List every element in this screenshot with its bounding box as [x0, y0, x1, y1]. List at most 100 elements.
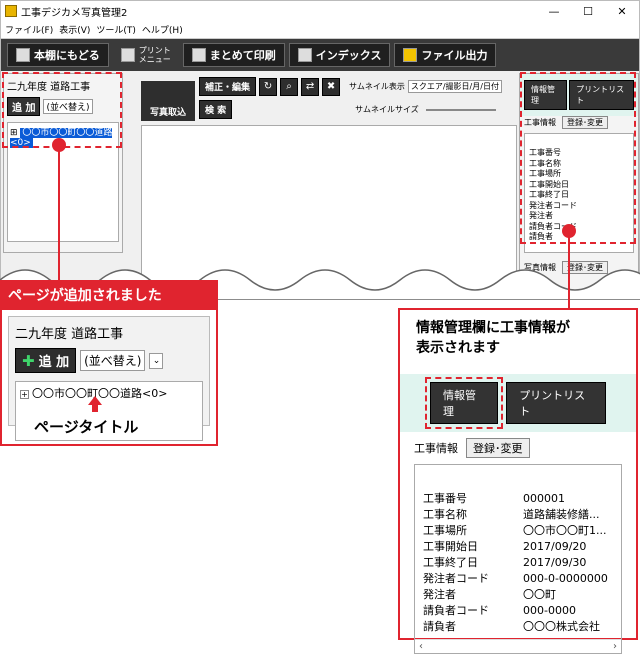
field-key: 請負者コード: [529, 221, 577, 231]
zoom-icon[interactable]: ⌕: [280, 77, 299, 96]
minimize-button[interactable]: —: [537, 5, 571, 18]
info-row: 工事番号 000001: [423, 491, 613, 507]
print-menu-button[interactable]: プリント メニュー: [113, 43, 179, 67]
print-menu-label: プリント メニュー: [138, 46, 171, 64]
info-value: 道路舗装修繕...: [523, 508, 600, 521]
add-page-button[interactable]: 追 加: [7, 97, 41, 116]
work-info-list-small: 工事番号 工事名称 工事場所 工事開始日 工事終了日 発注者コード 発注者 請負…: [524, 133, 634, 253]
info-key: 工事開始日: [423, 540, 478, 553]
info-row: 請負者コード 000-0000: [423, 603, 613, 619]
rotate-icon[interactable]: ↻: [259, 77, 278, 96]
menu-file[interactable]: ファイル(F): [5, 23, 53, 36]
info-row: 工事場所 〇〇市〇〇町1...: [423, 523, 613, 539]
swap-icon[interactable]: ⇄: [301, 77, 320, 96]
zoom-sort-select[interactable]: (並べ替え): [80, 350, 146, 371]
batch-print-button[interactable]: まとめて印刷: [182, 43, 285, 67]
scroll-right-icon[interactable]: ›: [613, 641, 617, 652]
info-value: 000001: [523, 492, 565, 505]
edit-button[interactable]: 補正・編集: [199, 77, 257, 96]
app-title: 工事デジカメ写真管理2: [21, 7, 128, 19]
page-title-caption: ページタイトル: [34, 418, 139, 436]
close-button[interactable]: ✕: [605, 5, 639, 18]
zoom-tab-info-management[interactable]: 情報管理: [424, 377, 504, 429]
thumb-display-label: サムネイル表示: [349, 82, 405, 91]
menu-view[interactable]: 表示(V): [59, 23, 90, 36]
up-arrow-stem: [92, 404, 98, 412]
back-to-shelf-button[interactable]: 本棚にもどる: [7, 43, 109, 67]
back-label: 本棚にもどる: [34, 49, 100, 62]
batch-print-label: まとめて印刷: [209, 49, 276, 62]
photo-import-button[interactable]: 写真取込: [141, 81, 195, 121]
zoom-add-button[interactable]: ✚ 追 加: [15, 348, 77, 373]
menu-tools[interactable]: ツール(T): [96, 23, 136, 36]
sort-select[interactable]: (並べ替え): [43, 99, 93, 114]
trash-icon[interactable]: ✖: [322, 77, 341, 96]
thumb-size-slider[interactable]: [425, 108, 496, 111]
info-key: 工事名称: [423, 508, 467, 521]
zoom-sort-label: (並べ替え): [84, 354, 142, 368]
info-row: 工事終了日 2017/09/30: [423, 555, 613, 571]
app-icon: [5, 5, 17, 17]
info-shown-caption: 情報管理欄に工事情報が 表示されます: [416, 320, 570, 356]
info-value: 〇〇〇株式会社: [523, 620, 600, 633]
info-key: 請負者: [423, 620, 456, 633]
horizontal-scrollbar[interactable]: ‹ ›: [415, 639, 621, 653]
index-label: インデックス: [315, 49, 382, 62]
page-added-banner: ページが追加されました: [0, 280, 218, 308]
info-key: 工事番号: [423, 492, 467, 505]
info-key: 発注者: [423, 588, 456, 601]
thumb-display-select[interactable]: スクエア/撮影日/月/日付: [407, 80, 502, 93]
info-row: 工事開始日 2017/09/20: [423, 539, 613, 555]
zoom-book-title: 二九年度 道路工事: [15, 327, 124, 342]
menu-bar: ファイル(F) 表示(V) ツール(T) ヘルプ(H): [1, 21, 639, 39]
bookshelf-icon: [16, 48, 30, 62]
main-toolbar: 本棚にもどる プリント メニュー まとめて印刷 インデックス ファイル出力: [1, 39, 639, 71]
info-key: 請負者コード: [423, 604, 489, 617]
info-key: 工事場所: [423, 524, 467, 537]
register-change-button[interactable]: 登録･変更: [562, 116, 608, 129]
scroll-left-icon[interactable]: ‹: [419, 641, 423, 652]
file-output-button[interactable]: ファイル出力: [394, 43, 497, 67]
index-button[interactable]: インデックス: [288, 43, 391, 67]
zoom-tab-print-list[interactable]: プリントリスト: [506, 382, 606, 424]
page-list-pane: 二九年度 道路工事 追 加 (並べ替え) ⊞ 〇〇市〇〇町〇〇道路<0>: [3, 73, 123, 253]
info-row: 工事名称 道路舗装修繕...: [423, 507, 613, 523]
thumb-size-label: サムネイルサイズ: [355, 105, 419, 114]
info-row: 発注者 〇〇町: [423, 587, 613, 603]
field-key: 工事終了日: [529, 190, 569, 199]
tab-info-management[interactable]: 情報管理: [524, 80, 568, 110]
file-output-label: ファイル出力: [421, 49, 488, 62]
info-key: 発注者コード: [423, 572, 489, 585]
info-key: 工事終了日: [423, 556, 478, 569]
info-value: 2017/09/30: [523, 556, 587, 569]
field-key: 工事名称: [529, 158, 561, 168]
book-title: 二九年度 道路工事: [7, 82, 91, 93]
search-button[interactable]: 検 索: [199, 100, 233, 119]
folder-icon: [403, 48, 418, 62]
index-icon: [297, 48, 312, 62]
info-row: 請負者 〇〇〇株式会社: [423, 619, 613, 635]
zoom-work-info-list: 工事番号 000001 工事名称 道路舗装修繕... 工事場所 〇〇市〇〇町1... …: [414, 464, 622, 654]
plus-icon: ✚: [22, 351, 35, 370]
info-row: 発注者コード 000-0-0000000: [423, 571, 613, 587]
field-key: 発注者: [529, 211, 553, 220]
zoom-right-panel: 情報管理欄に工事情報が 表示されます 情報管理 プリントリスト 工事情報 登録･…: [398, 308, 638, 654]
zoom-add-label: 追 加: [38, 355, 70, 370]
zoom-work-info-label: 工事情報: [414, 442, 458, 455]
field-key: 工事番号: [529, 148, 561, 157]
work-info-label: 工事情報: [524, 118, 556, 127]
printer-icon: [120, 48, 135, 62]
maximize-button[interactable]: ☐: [571, 5, 605, 18]
info-value: 000-0-0000000: [523, 572, 608, 585]
menu-help[interactable]: ヘルプ(H): [142, 23, 183, 36]
info-value: 〇〇町: [523, 588, 556, 601]
info-value: 000-0000: [523, 604, 576, 617]
zoom-register-change-button[interactable]: 登録･変更: [466, 438, 530, 458]
title-bar: 工事デジカメ写真管理2 — ☐ ✕: [1, 1, 639, 21]
leader-right: [568, 232, 570, 308]
field-key: 発注者コード: [529, 200, 577, 210]
chevron-down-icon[interactable]: ⌄: [149, 352, 164, 369]
expand-icon[interactable]: +: [20, 390, 29, 399]
tab-print-list[interactable]: プリントリスト: [569, 80, 634, 110]
info-value: 〇〇市〇〇町1...: [523, 524, 607, 537]
